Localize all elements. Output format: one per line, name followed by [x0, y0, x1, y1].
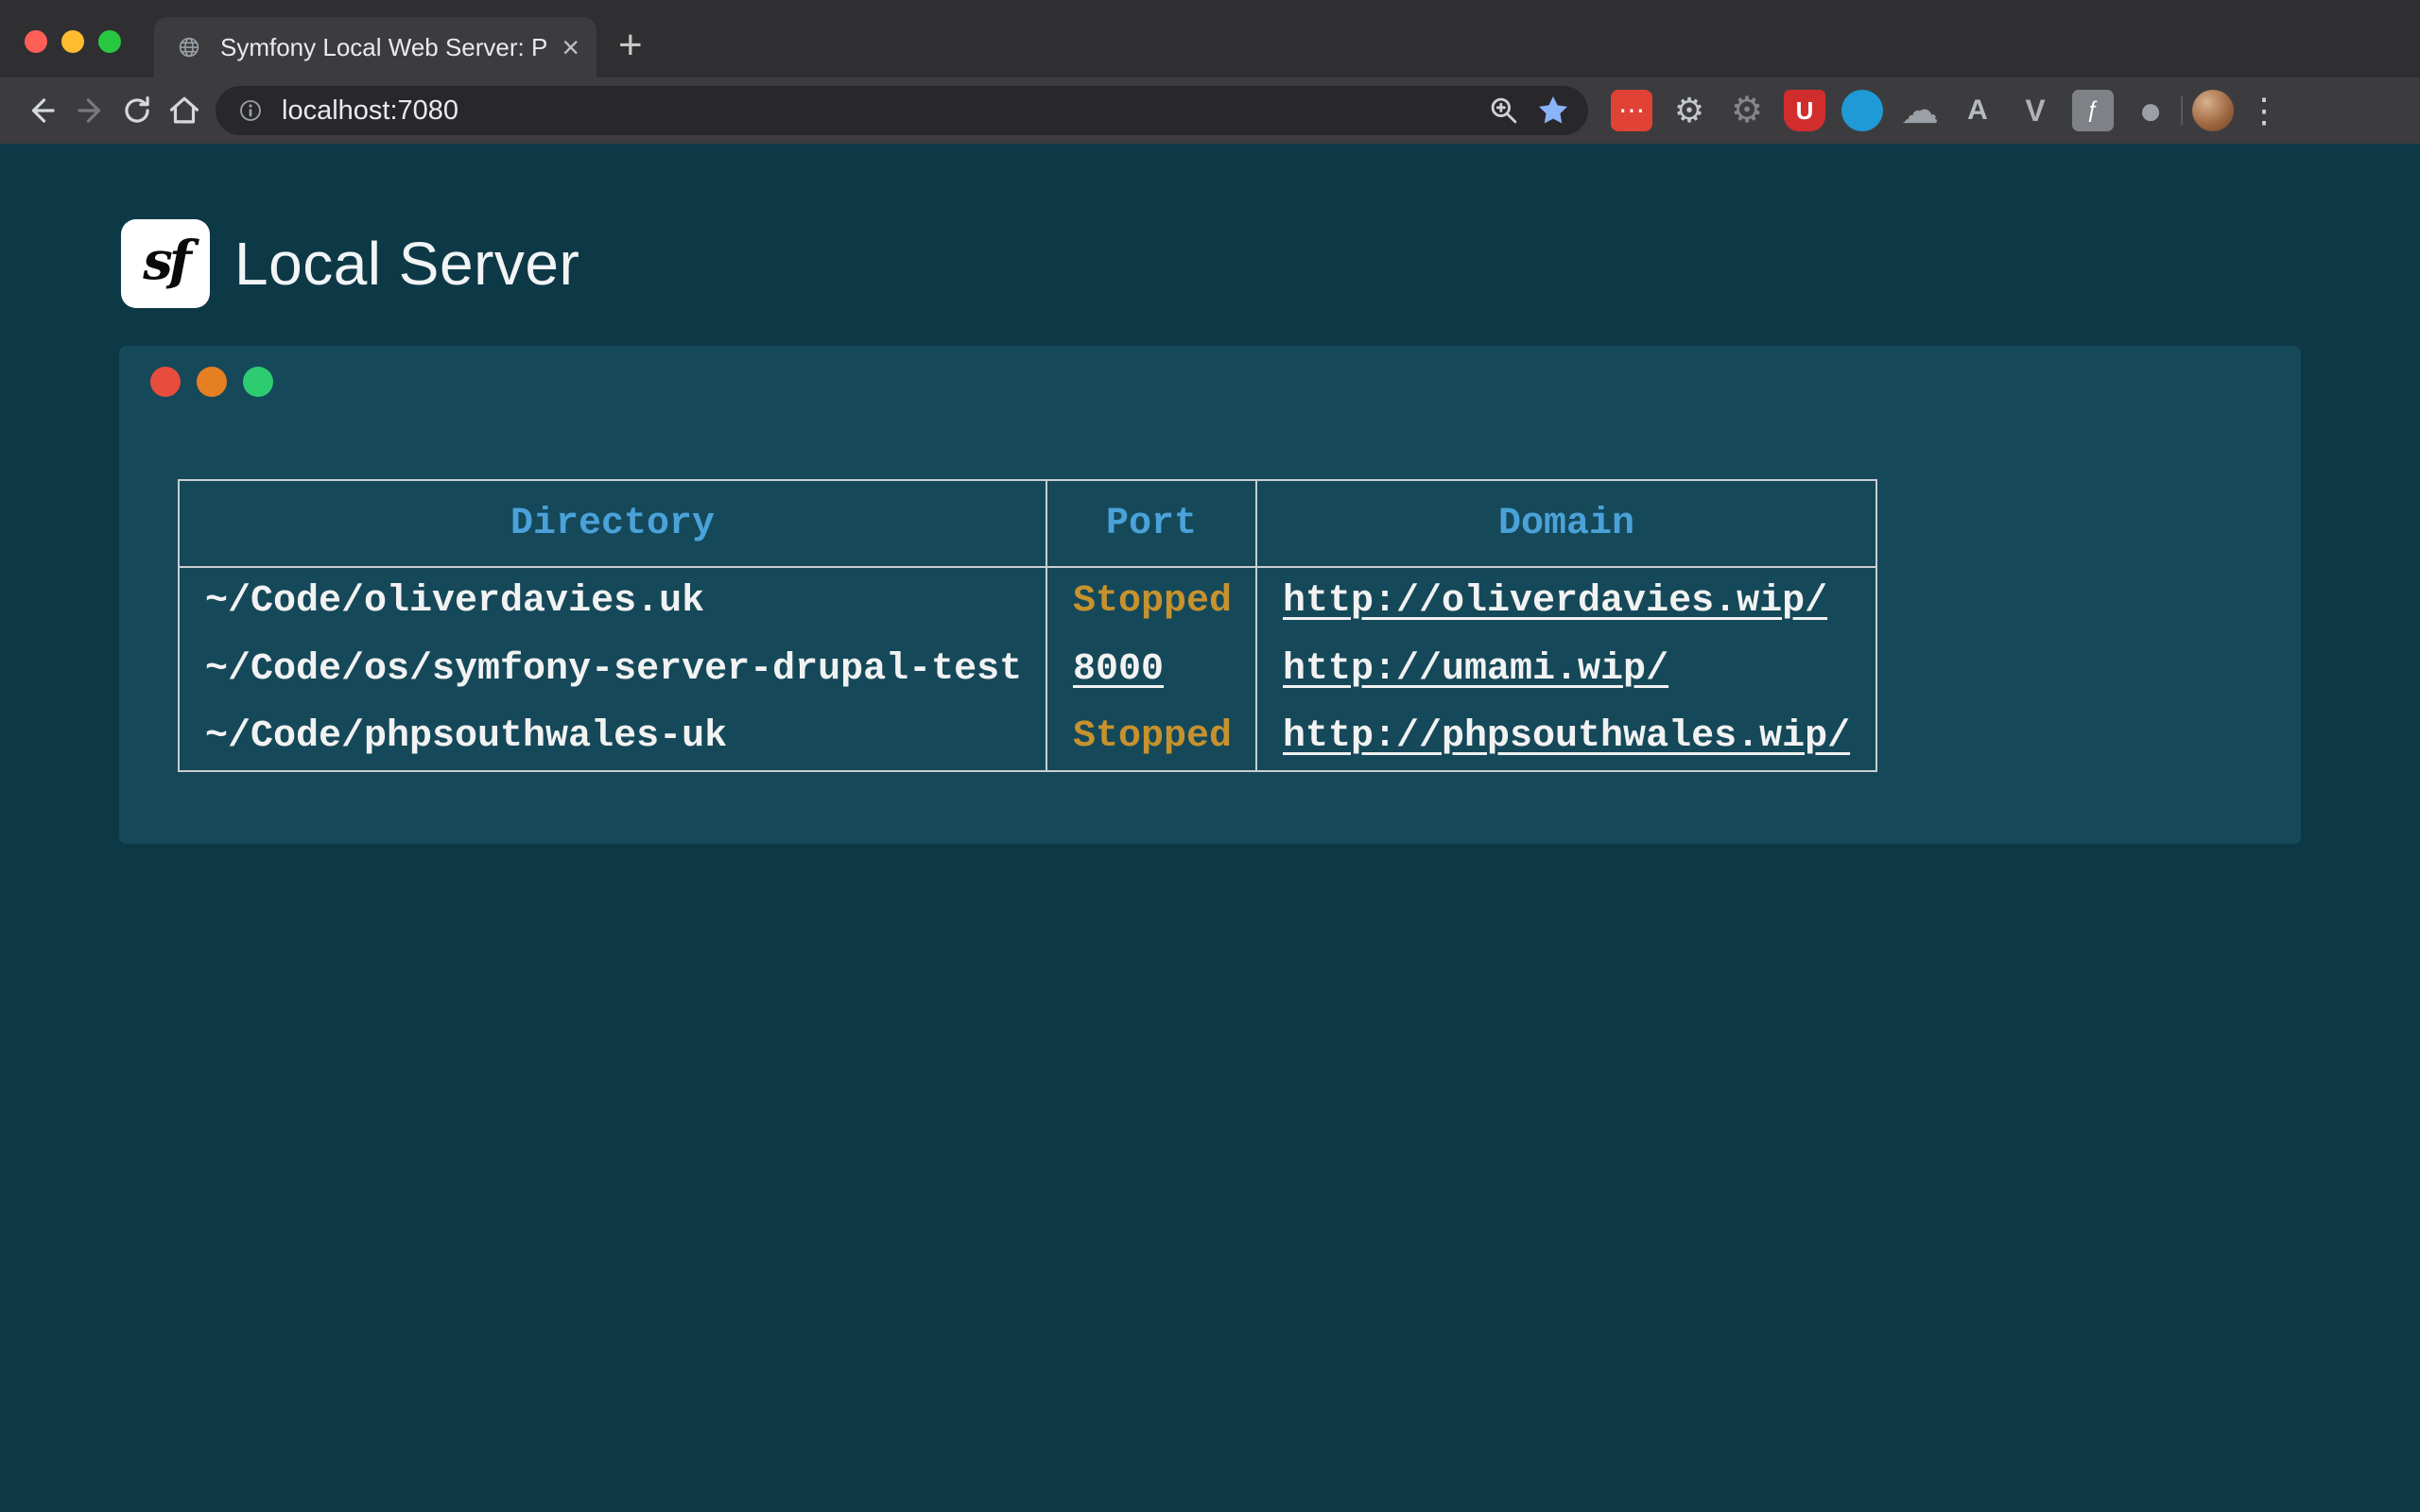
reload-button[interactable] [113, 87, 161, 134]
terminal-dots [150, 367, 273, 397]
tab-strip: Symfony Local Web Server: Prox × + [0, 0, 2420, 77]
table-row: ~/Code/phpsouthwales-uk Stopped http://p… [179, 703, 1876, 771]
profile-avatar[interactable] [2192, 90, 2234, 131]
brand-header: sf Local Server [121, 219, 2420, 308]
window-controls [25, 30, 121, 53]
extension-cloud-icon[interactable]: ☁ [1899, 90, 1941, 131]
extension-red-dots-icon[interactable]: ⋯ [1611, 90, 1652, 131]
page-info-icon[interactable] [233, 93, 268, 129]
url-text: localhost:7080 [282, 95, 458, 127]
extension-blue-circle-icon[interactable] [1841, 90, 1883, 131]
port-link[interactable]: 8000 [1073, 648, 1164, 691]
extension-ublock-icon[interactable]: U [1784, 90, 1825, 131]
table-row: ~/Code/os/symfony-server-drupal-test 800… [179, 635, 1876, 703]
port-cell: 8000 [1046, 635, 1256, 703]
domain-link[interactable]: http://umami.wip/ [1283, 648, 1668, 691]
column-header-domain: Domain [1256, 480, 1876, 567]
back-button[interactable] [19, 87, 66, 134]
domain-cell: http://phpsouthwales.wip/ [1256, 703, 1876, 771]
server-panel: Directory Port Domain ~/Code/oliverdavie… [119, 346, 2301, 844]
symfony-logo-text: sf [143, 230, 188, 292]
table-header-row: Directory Port Domain [179, 480, 1876, 567]
domain-link[interactable]: http://phpsouthwales.wip/ [1283, 715, 1850, 758]
servers-table: Directory Port Domain ~/Code/oliverdavie… [178, 479, 1877, 772]
directory-cell: ~/Code/phpsouthwales-uk [179, 703, 1046, 771]
toolbar-divider [2181, 96, 2183, 125]
directory-cell: ~/Code/oliverdavies.uk [179, 567, 1046, 635]
browser-menu-icon[interactable]: ⋮ [2234, 91, 2287, 130]
extension-gear-dark-icon[interactable]: ⚙ [1726, 90, 1768, 131]
window-close-button[interactable] [25, 30, 47, 53]
column-header-port: Port [1046, 480, 1256, 567]
bookmark-star-icon[interactable] [1535, 93, 1571, 129]
extension-letter-a-icon[interactable]: A [1957, 90, 1998, 131]
port-status-stopped: Stopped [1073, 580, 1232, 623]
window-minimize-button[interactable] [61, 30, 84, 53]
browser-tab[interactable]: Symfony Local Web Server: Prox × [154, 17, 596, 77]
zoom-icon[interactable] [1486, 93, 1522, 129]
window-zoom-button[interactable] [98, 30, 121, 53]
domain-cell: http://umami.wip/ [1256, 635, 1876, 703]
new-tab-button[interactable]: + [618, 21, 643, 70]
port-status-stopped: Stopped [1073, 715, 1232, 758]
browser-toolbar: localhost:7080 ⋯ ⚙ ⚙ U ☁ A V ƒ ● ⋮ [0, 77, 2420, 144]
port-cell: Stopped [1046, 703, 1256, 771]
extension-gear-light-icon[interactable]: ⚙ [1668, 90, 1710, 131]
directory-cell: ~/Code/os/symfony-server-drupal-test [179, 635, 1046, 703]
tab-favicon-globe-icon [171, 29, 207, 65]
column-header-directory: Directory [179, 480, 1046, 567]
page-title: Local Server [234, 229, 579, 299]
red-dot-icon [150, 367, 181, 397]
domain-cell: http://oliverdavies.wip/ [1256, 567, 1876, 635]
port-cell: Stopped [1046, 567, 1256, 635]
extensions-bar: ⋯ ⚙ ⚙ U ☁ A V ƒ ● [1611, 90, 2171, 131]
domain-link[interactable]: http://oliverdavies.wip/ [1283, 580, 1827, 623]
extension-letter-v-icon[interactable]: V [2014, 90, 2056, 131]
extension-f-badge-icon[interactable]: ƒ [2072, 90, 2114, 131]
forward-button[interactable] [66, 87, 113, 134]
green-dot-icon [243, 367, 273, 397]
extension-github-icon[interactable]: ● [2130, 90, 2171, 131]
table-row: ~/Code/oliverdavies.uk Stopped http://ol… [179, 567, 1876, 635]
address-bar[interactable]: localhost:7080 [216, 86, 1588, 135]
tab-title: Symfony Local Web Server: Prox [220, 33, 548, 62]
orange-dot-icon [197, 367, 227, 397]
tab-close-icon[interactable]: × [562, 32, 579, 62]
symfony-logo: sf [121, 219, 210, 308]
home-button[interactable] [161, 87, 208, 134]
